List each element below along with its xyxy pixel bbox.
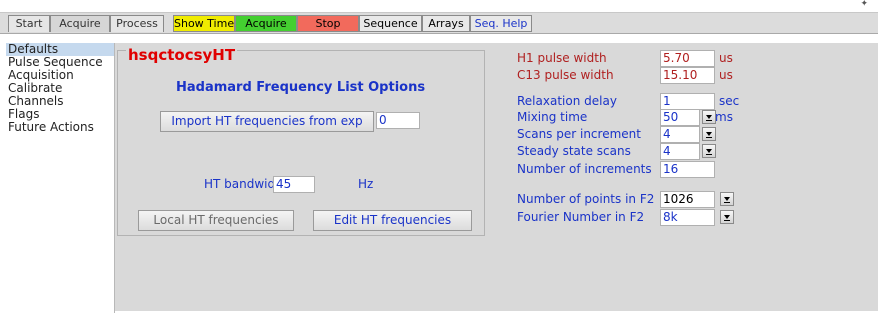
sequence-button[interactable]: Sequence — [359, 15, 422, 32]
number-of-points-dropdown[interactable]: 1026 — [660, 191, 740, 208]
number-of-increments-label: Number of increments — [517, 162, 652, 176]
dropdown-arrow-icon[interactable] — [720, 210, 734, 224]
window-corner-icon: ✦ — [860, 0, 868, 9]
dropdown-arrow-icon[interactable] — [702, 110, 716, 124]
mixing-time-label: Mixing time — [517, 110, 588, 124]
fourier-number-dropdown[interactable]: 8k — [660, 209, 740, 226]
number-of-points-value: 1026 — [660, 191, 715, 208]
hadamard-options-group: hsqctocsyHT Hadamard Frequency List Opti… — [117, 46, 485, 236]
hadamard-heading: Hadamard Frequency List Options — [176, 80, 426, 95]
acquire-button[interactable]: Acquire — [235, 15, 297, 32]
import-exp-field[interactable]: 0 — [376, 112, 420, 129]
show-time-button[interactable]: Show Time — [173, 15, 235, 32]
mixing-time-value: 50 — [660, 109, 700, 126]
arrays-button[interactable]: Arrays — [422, 15, 470, 32]
tab-acquire[interactable]: Acquire — [50, 15, 110, 32]
import-ht-frequencies-button[interactable]: Import HT frequencies from exp — [160, 111, 374, 132]
edit-ht-frequencies-button[interactable]: Edit HT frequencies — [313, 210, 472, 231]
tab-process[interactable]: Process — [110, 15, 164, 32]
h1-pulse-width-field[interactable]: 5.70 — [660, 50, 715, 67]
steady-state-scans-dropdown[interactable]: 4 — [660, 143, 720, 160]
stop-button[interactable]: Stop — [297, 15, 359, 32]
sequence-title: hsqctocsyHT — [126, 46, 238, 64]
mixing-time-unit: ms — [715, 110, 733, 124]
number-of-increments-field[interactable]: 16 — [660, 161, 715, 178]
relaxation-delay-field[interactable]: 1 — [660, 93, 715, 110]
scans-per-increment-value: 4 — [660, 126, 700, 143]
tab-bar: Start Acquire Process Show Time Acquire … — [0, 12, 878, 34]
tab-start[interactable]: Start — [8, 15, 50, 32]
mixing-time-dropdown[interactable]: 50 — [660, 109, 720, 126]
h1-pulse-width-label: H1 pulse width — [517, 51, 607, 65]
sidebar: Defaults Pulse Sequence Acquisition Cali… — [6, 43, 115, 313]
c13-pulse-width-unit: us — [719, 68, 733, 82]
dropdown-arrow-icon[interactable] — [720, 192, 734, 206]
ht-bandwidth-unit: Hz — [358, 177, 374, 191]
local-ht-frequencies-button[interactable]: Local HT frequencies — [138, 210, 294, 231]
relaxation-delay-label: Relaxation delay — [517, 94, 617, 108]
number-of-points-label: Number of points in F2 — [517, 192, 655, 206]
fourier-number-label: Fourier Number in F2 — [517, 210, 645, 224]
scans-per-increment-dropdown[interactable]: 4 — [660, 126, 720, 143]
c13-pulse-width-field[interactable]: 15.10 — [660, 67, 715, 84]
scans-per-increment-label: Scans per increment — [517, 127, 641, 141]
dropdown-arrow-icon[interactable] — [702, 144, 716, 158]
sidebar-item-future-actions[interactable]: Future Actions — [6, 121, 114, 134]
h1-pulse-width-unit: us — [719, 51, 733, 65]
ht-bandwidth-field[interactable]: 45 — [273, 176, 315, 193]
dropdown-arrow-icon[interactable] — [702, 127, 716, 141]
steady-state-scans-value: 4 — [660, 143, 700, 160]
c13-pulse-width-label: C13 pulse width — [517, 68, 614, 82]
top-strip: ✦ — [0, 0, 878, 12]
seq-help-button[interactable]: Seq. Help — [470, 15, 532, 32]
steady-state-scans-label: Steady state scans — [517, 144, 631, 158]
relaxation-delay-unit: sec — [719, 94, 740, 108]
content-panel: hsqctocsyHT Hadamard Frequency List Opti… — [115, 43, 878, 311]
fourier-number-value: 8k — [660, 209, 715, 226]
